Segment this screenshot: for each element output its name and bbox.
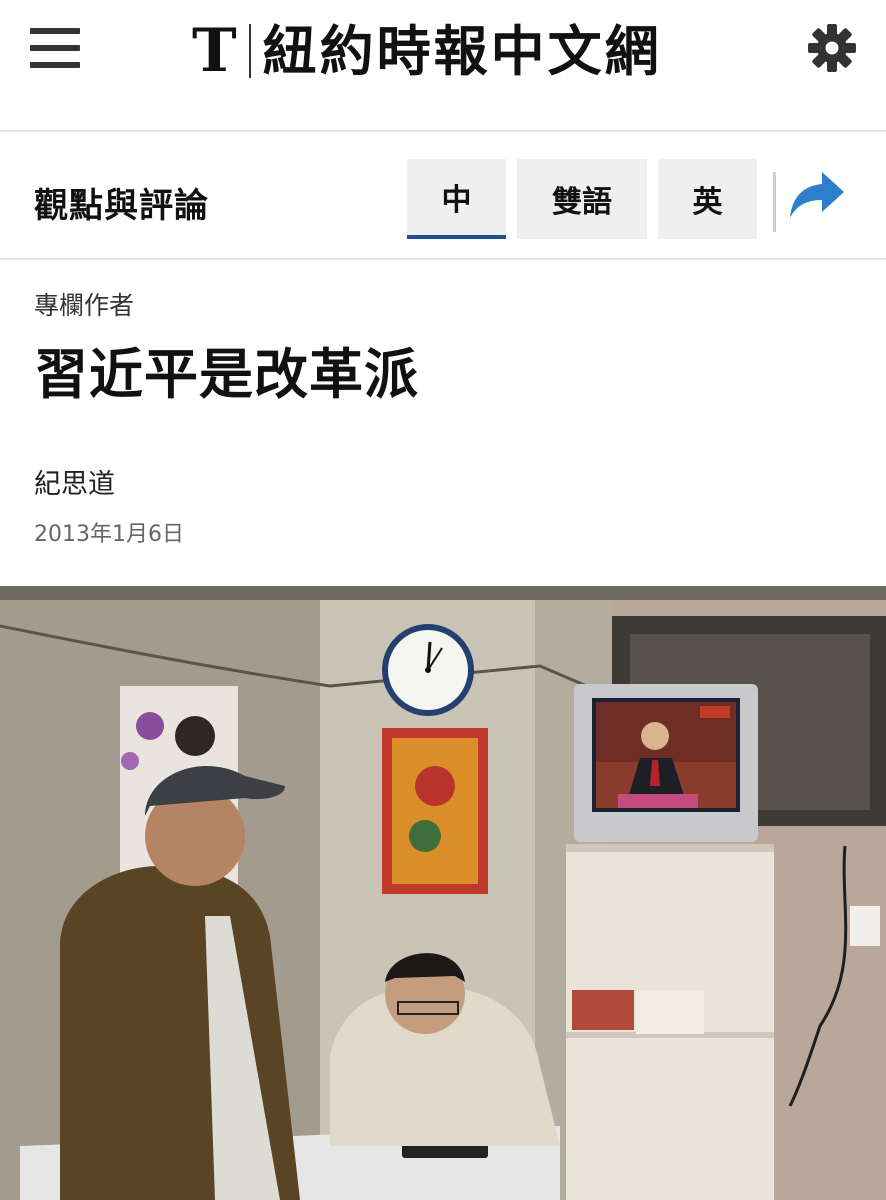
divider (773, 172, 776, 232)
menu-line (30, 28, 80, 34)
tab-english[interactable]: 英 (658, 159, 757, 239)
article-headline: 習近平是改革派 (34, 343, 419, 406)
site-logo[interactable]: T 紐約時報中文網 (192, 18, 662, 84)
tab-bilingual[interactable]: 雙語 (517, 159, 647, 239)
article-date: 2013年1月6日 (34, 522, 184, 547)
article-byline[interactable]: 紀思道 (34, 462, 115, 501)
menu-line (30, 45, 80, 51)
tab-chinese[interactable]: 中 (407, 159, 506, 239)
refrigerator (566, 844, 774, 1200)
share-arrow-icon[interactable] (786, 168, 848, 222)
top-header: T 紐約時報中文網 (0, 0, 886, 132)
hamburger-menu-icon[interactable] (30, 28, 80, 68)
article-kicker: 專欄作者 (34, 291, 135, 320)
logo-divider (248, 24, 251, 78)
lead-photo (0, 586, 886, 1200)
nyt-t-logo: T (192, 16, 237, 86)
wall-clock (382, 624, 474, 716)
menu-line (30, 62, 80, 68)
site-name: 紐約時報中文網 (262, 19, 662, 83)
television (574, 684, 758, 842)
section-bar: 觀點與評論 中 雙語 英 (0, 134, 886, 260)
section-title: 觀點與評論 (34, 186, 209, 226)
gear-icon[interactable] (806, 22, 858, 74)
